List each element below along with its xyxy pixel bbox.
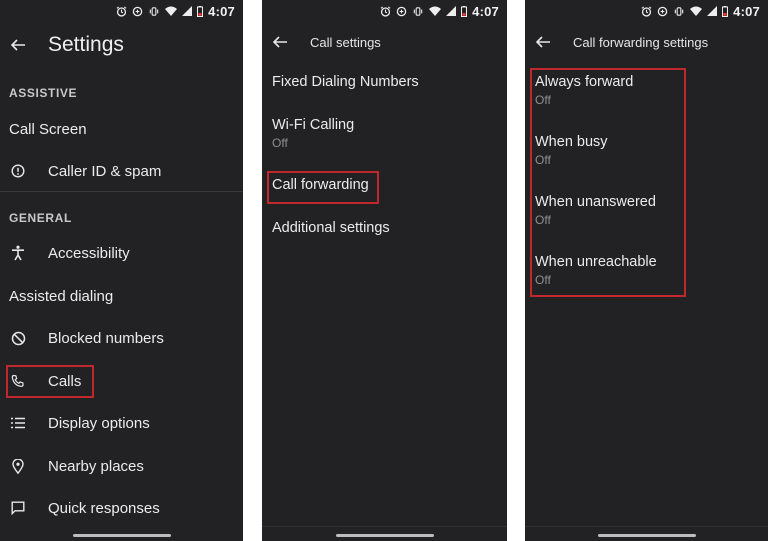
wifi-icon (429, 6, 442, 16)
message-icon (11, 501, 25, 515)
item-label: Nearby places (48, 457, 144, 475)
item-label: Caller ID & spam (48, 162, 162, 180)
nav-divider (262, 526, 507, 527)
vibrate-icon (674, 6, 684, 16)
call-settings-item-wifi-calling[interactable]: Wi-Fi Calling Off (272, 117, 354, 150)
sync-icon (657, 6, 668, 16)
settings-panel: 4:07 Settings ASSISTIVE Call Screen Call… (0, 0, 243, 541)
settings-item-call-screen[interactable]: Call Screen (0, 118, 243, 140)
back-arrow-icon[interactable] (10, 37, 26, 53)
item-label: Call Screen (9, 120, 87, 138)
call-settings-item-additional[interactable]: Additional settings (272, 220, 390, 236)
item-label: Blocked numbers (48, 329, 164, 347)
section-header-general: GENERAL (9, 211, 72, 225)
call-settings-item-fixed-dialing[interactable]: Fixed Dialing Numbers (272, 74, 419, 90)
vibrate-icon (413, 6, 423, 16)
item-label: Fixed Dialing Numbers (272, 74, 419, 90)
battery-icon (461, 5, 468, 17)
info-icon (11, 164, 25, 178)
sync-icon (132, 6, 143, 16)
divider (0, 191, 243, 192)
status-time: 4:07 (472, 3, 499, 19)
item-label: Quick responses (48, 499, 160, 517)
battery-icon (197, 5, 204, 17)
item-status: Off (272, 136, 288, 150)
settings-item-quick-responses[interactable]: Quick responses (0, 497, 243, 519)
gesture-nav-bar[interactable] (72, 534, 171, 537)
status-time: 4:07 (208, 3, 235, 19)
item-label: Wi-Fi Calling (272, 117, 355, 133)
status-time: 4:07 (733, 3, 760, 19)
list-icon (11, 417, 25, 429)
item-label: Accessibility (48, 244, 130, 262)
page-title: Settings (48, 33, 124, 56)
settings-item-display-options[interactable]: Display options (0, 412, 243, 434)
call-forwarding-highlight-box (267, 171, 379, 204)
accessibility-icon (12, 245, 24, 261)
settings-item-caller-id[interactable]: Caller ID & spam (0, 160, 243, 182)
nav-divider (525, 526, 768, 527)
wifi-icon (690, 6, 703, 16)
forwarding-options-highlight-box (530, 68, 686, 297)
section-header-assistive: ASSISTIVE (9, 86, 78, 100)
settings-item-accessibility[interactable]: Accessibility (0, 242, 243, 264)
item-label: Display options (48, 414, 150, 432)
page-title: Call settings (310, 34, 381, 50)
call-forwarding-header: Call forwarding settings (525, 24, 768, 60)
settings-item-blocked-numbers[interactable]: Blocked numbers (0, 327, 243, 349)
calls-highlight-box (6, 365, 94, 398)
status-bar: 4:07 (641, 0, 760, 22)
signal-icon (446, 6, 457, 16)
block-icon (11, 331, 25, 345)
location-pin-icon (12, 458, 24, 474)
alarm-icon (380, 5, 391, 17)
battery-icon (722, 5, 729, 17)
alarm-icon (641, 5, 652, 17)
settings-header: Settings (0, 27, 243, 63)
signal-icon (182, 6, 193, 16)
page-title: Call forwarding settings (573, 34, 709, 50)
gesture-nav-bar[interactable] (335, 534, 434, 537)
settings-item-nearby-places[interactable]: Nearby places (0, 455, 243, 477)
alarm-icon (116, 5, 127, 17)
back-arrow-icon[interactable] (535, 34, 551, 50)
back-arrow-icon[interactable] (272, 34, 288, 50)
signal-icon (707, 6, 718, 16)
sync-icon (396, 6, 407, 16)
item-label: Assisted dialing (9, 287, 114, 305)
status-bar: 4:07 (380, 0, 499, 22)
item-label: Additional settings (272, 220, 390, 236)
status-bar: 4:07 (116, 0, 235, 22)
wifi-icon (165, 6, 178, 16)
vibrate-icon (149, 6, 159, 16)
call-forwarding-panel: 4:07 Call forwarding settings Always for… (525, 0, 768, 541)
settings-item-assisted-dialing[interactable]: Assisted dialing (0, 285, 243, 307)
call-settings-header: Call settings (262, 24, 507, 60)
gesture-nav-bar[interactable] (597, 534, 696, 537)
call-settings-panel: 4:07 Call settings Fixed Dialing Numbers… (262, 0, 507, 541)
